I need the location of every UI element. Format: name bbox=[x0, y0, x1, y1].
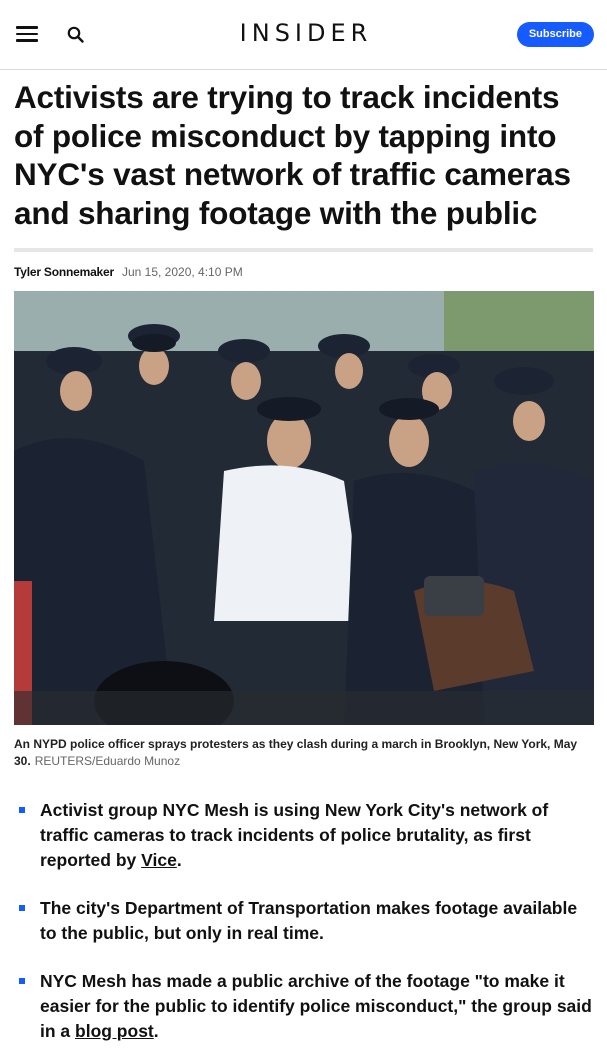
key-point-text: Activist group NYC Mesh is using New Yor… bbox=[40, 800, 549, 870]
key-point-text: The city's Department of Transportation … bbox=[40, 898, 578, 943]
key-point-suffix: . bbox=[153, 1021, 159, 1041]
top-navigation-bar: INSIDER Subscribe bbox=[0, 0, 607, 70]
insider-logo[interactable]: INSIDER bbox=[0, 19, 607, 47]
vice-link[interactable]: Vice bbox=[141, 850, 177, 870]
key-point: NYC Mesh has made a public archive of th… bbox=[14, 969, 593, 1044]
key-points-list: Activist group NYC Mesh is using New Yor… bbox=[14, 798, 593, 1044]
article: Activists are trying to track incidents … bbox=[0, 78, 607, 1044]
photo-illustration bbox=[14, 291, 594, 725]
photo-credit: REUTERS/Eduardo Munoz bbox=[34, 754, 181, 768]
bullet-square-icon bbox=[19, 978, 25, 984]
image-caption: An NYPD police officer sprays protesters… bbox=[14, 736, 593, 770]
logo-text: INSIDER bbox=[239, 19, 373, 47]
key-point-suffix: . bbox=[176, 850, 182, 870]
blog-post-link[interactable]: blog post bbox=[75, 1021, 154, 1041]
article-hero-image bbox=[14, 291, 594, 725]
bullet-square-icon bbox=[19, 807, 25, 813]
bullet-square-icon bbox=[19, 905, 25, 911]
publish-date: Jun 15, 2020, 4:10 PM bbox=[121, 265, 243, 279]
article-headline: Activists are trying to track incidents … bbox=[14, 79, 571, 231]
headline-divider bbox=[14, 248, 593, 252]
byline: Tyler Sonnemaker Jun 15, 2020, 4:10 PM bbox=[14, 265, 593, 279]
author-link[interactable]: Tyler Sonnemaker bbox=[14, 265, 114, 279]
key-point: The city's Department of Transportation … bbox=[14, 896, 593, 946]
key-point: Activist group NYC Mesh is using New Yor… bbox=[14, 798, 593, 873]
subscribe-button[interactable]: Subscribe bbox=[516, 22, 594, 47]
